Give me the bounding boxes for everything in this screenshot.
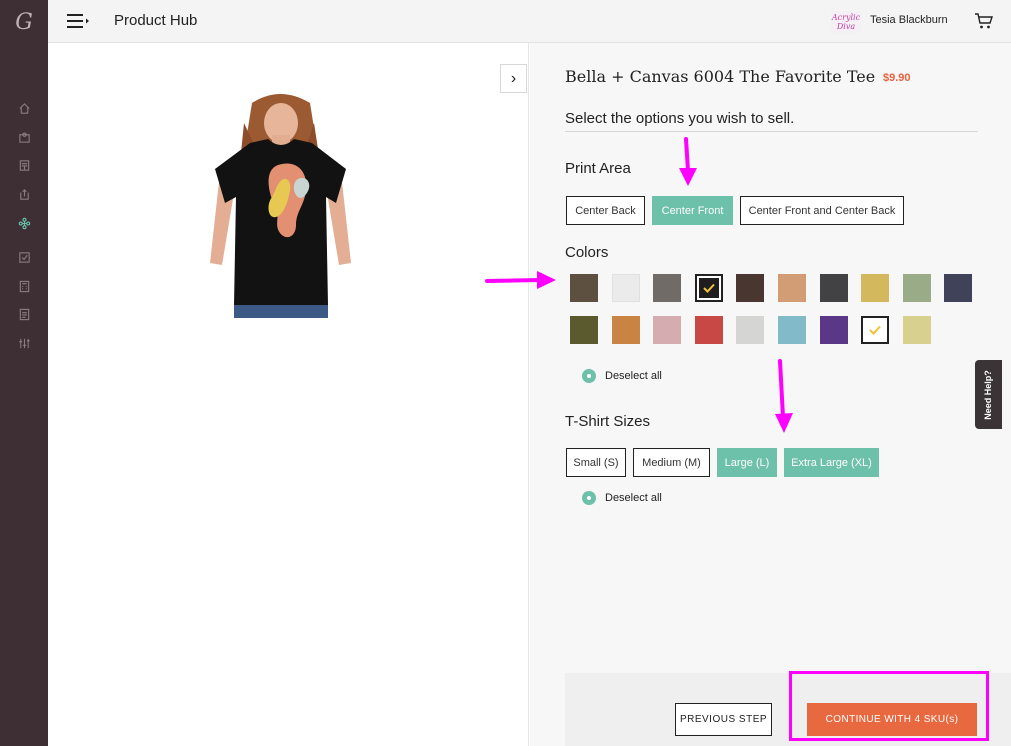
- sidebar-item-reports[interactable]: [0, 305, 48, 323]
- user-name[interactable]: Tesia Blackburn: [870, 14, 948, 26]
- reports-icon: [19, 308, 29, 320]
- top-bar: Product Hub Acrylic Diva Tesia Blackburn: [48, 0, 1011, 43]
- color-swatch[interactable]: [861, 274, 890, 302]
- menu-icon[interactable]: [66, 13, 90, 29]
- color-swatch[interactable]: [694, 316, 723, 344]
- checkmark-icon: [697, 276, 721, 300]
- color-swatch[interactable]: [944, 274, 973, 302]
- size-medium[interactable]: Medium (M): [633, 448, 710, 477]
- sidebar-item-calculator[interactable]: [0, 277, 48, 295]
- product-price: $9.90: [883, 72, 911, 84]
- sidebar-item-upload[interactable]: [0, 185, 48, 203]
- color-swatch[interactable]: [778, 274, 806, 302]
- color-swatch[interactable]: [736, 316, 765, 344]
- need-help-tab[interactable]: Need Help?: [975, 360, 1002, 429]
- color-swatch[interactable]: [653, 274, 682, 302]
- print-area-center-front-and-back[interactable]: Center Front and Center Back: [740, 196, 904, 225]
- orders-icon: [18, 251, 30, 263]
- color-swatch[interactable]: [694, 274, 723, 302]
- colors-deselect-all-label: Deselect all: [605, 370, 662, 382]
- sidebar-item-orders[interactable]: [0, 248, 48, 266]
- checkmark-icon: [863, 318, 887, 342]
- upload-icon: [19, 188, 29, 200]
- color-swatch[interactable]: [611, 316, 640, 344]
- products-icon: [18, 217, 30, 229]
- color-swatch[interactable]: [653, 316, 682, 344]
- storefront-icon: [19, 159, 29, 171]
- product-options-panel: Bella + Canvas 6004 The Favorite Tee $9.…: [530, 43, 1011, 746]
- sizes-deselect-all[interactable]: Deselect all: [582, 491, 662, 505]
- sizes-title: T-Shirt Sizes: [565, 413, 651, 430]
- settings-sliders-icon: [18, 338, 30, 348]
- brand-logo: Acrylic Diva: [831, 11, 861, 33]
- instructions-text: Select the options you wish to sell.: [565, 110, 795, 127]
- color-swatch[interactable]: [861, 316, 890, 344]
- product-preview-panel: ›: [48, 43, 529, 746]
- color-swatch[interactable]: [736, 274, 765, 302]
- calculator-icon: [19, 280, 29, 292]
- size-small[interactable]: Small (S): [566, 448, 626, 477]
- app-title: Product Hub: [114, 12, 198, 29]
- divider: [565, 131, 978, 132]
- portfolio-icon: [18, 131, 30, 143]
- colors-deselect-all[interactable]: Deselect all: [582, 369, 662, 383]
- color-swatch[interactable]: [902, 316, 931, 344]
- home-icon: [18, 102, 30, 114]
- color-swatch[interactable]: [819, 316, 848, 344]
- sidebar-item-products[interactable]: [0, 214, 48, 232]
- sidebar-item-settings[interactable]: [0, 334, 48, 352]
- cart-icon[interactable]: [974, 12, 994, 30]
- chevron-right-icon: ›: [510, 69, 517, 87]
- color-swatch[interactable]: [778, 316, 806, 344]
- size-large[interactable]: Large (L): [717, 448, 777, 477]
- print-area-title: Print Area: [565, 160, 631, 177]
- sidebar-item-storefront[interactable]: [0, 156, 48, 174]
- size-extra-large[interactable]: Extra Large (XL): [784, 448, 879, 477]
- sizes-deselect-all-label: Deselect all: [605, 492, 662, 504]
- color-swatch[interactable]: [570, 274, 598, 302]
- radio-dot-icon: [582, 491, 596, 505]
- need-help-label: Need Help?: [983, 370, 993, 420]
- product-image: [210, 93, 351, 318]
- color-swatch[interactable]: [611, 274, 640, 302]
- color-swatch[interactable]: [570, 316, 598, 344]
- color-swatch[interactable]: [819, 274, 848, 302]
- sidebar-item-home[interactable]: [0, 99, 48, 117]
- sidebar: G: [0, 0, 48, 746]
- print-area-center-front[interactable]: Center Front: [652, 196, 733, 225]
- product-name: Bella + Canvas 6004 The Favorite Tee: [565, 67, 876, 86]
- continue-button[interactable]: CONTINUE WITH 4 SKU(s): [807, 703, 977, 736]
- collapse-panel-button[interactable]: ›: [500, 64, 527, 93]
- print-area-center-back[interactable]: Center Back: [566, 196, 645, 225]
- app-logo[interactable]: G: [0, 10, 48, 35]
- radio-dot-icon: [582, 369, 596, 383]
- sidebar-item-portfolio[interactable]: [0, 128, 48, 146]
- colors-title: Colors: [565, 244, 609, 261]
- previous-step-button[interactable]: PREVIOUS STEP: [675, 703, 772, 736]
- color-swatch[interactable]: [902, 274, 931, 302]
